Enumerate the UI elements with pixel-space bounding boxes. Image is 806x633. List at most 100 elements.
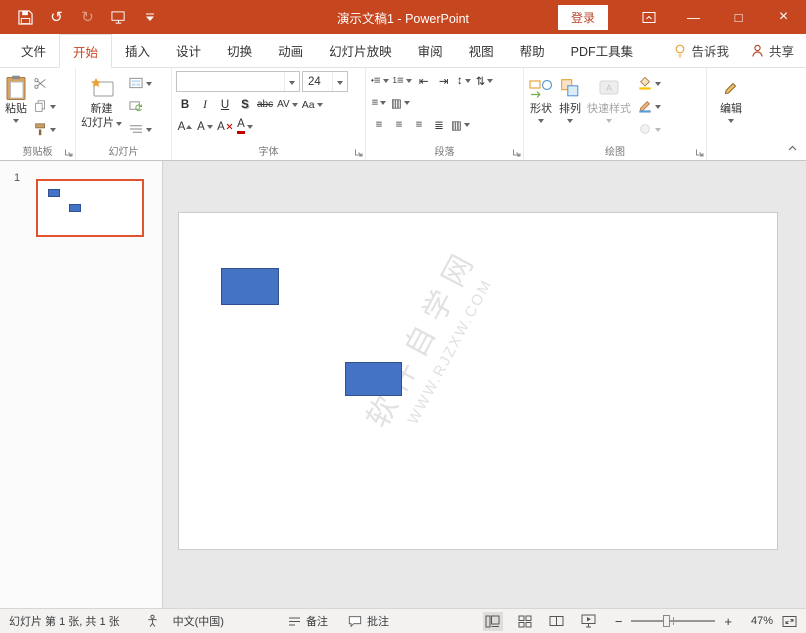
quick-styles-icon: A [598, 79, 620, 97]
dropdown-arrow-icon [380, 101, 386, 105]
font-name-combobox[interactable] [176, 71, 300, 92]
columns-icon: ▥ [451, 118, 462, 132]
slide-sorter-view-button[interactable] [515, 612, 535, 631]
bold-button[interactable]: B [176, 95, 194, 114]
copy-button[interactable] [31, 96, 59, 116]
tab-transitions[interactable]: 切换 [214, 34, 265, 67]
normal-view-button[interactable] [483, 612, 503, 631]
drawing-dialog-launcher[interactable] [695, 148, 704, 157]
shape-outline-button[interactable] [635, 96, 664, 116]
shape-effects-button[interactable] [635, 119, 664, 139]
section-button[interactable] [126, 119, 155, 139]
text-direction-button[interactable]: ⇅ [475, 71, 495, 90]
watermark-text: 软件自学网 [323, 212, 517, 492]
thumbnail-rectangle-2 [69, 204, 81, 212]
tab-design[interactable]: 设计 [163, 34, 214, 67]
language-status[interactable]: 中文(中国) [173, 613, 224, 629]
numbering-button[interactable]: 1 ≡ [392, 71, 413, 90]
rectangle-shape-2[interactable] [345, 362, 402, 396]
slide-show-button[interactable] [579, 612, 599, 631]
zoom-slider-center-tick [673, 617, 674, 625]
shapes-button[interactable]: 形状 [526, 71, 556, 142]
character-spacing-button[interactable]: AV [276, 95, 299, 114]
paragraph-dialog-launcher[interactable] [512, 148, 521, 157]
strikethrough-button[interactable]: abc [256, 95, 274, 114]
decrease-indent-button[interactable]: ⇤ [415, 71, 433, 90]
align-left-button[interactable]: ≡ [370, 115, 388, 134]
increase-indent-button[interactable]: ⇥ [435, 71, 453, 90]
zoom-in-button[interactable]: + [724, 614, 732, 629]
underline-button[interactable]: U [216, 95, 234, 114]
italic-button[interactable]: I [196, 95, 214, 114]
new-slide-button[interactable]: 新建 幻灯片 [78, 71, 125, 142]
slide-thumbnail[interactable] [36, 179, 144, 237]
customize-quick-access-button[interactable] [134, 0, 165, 34]
notes-button[interactable]: 备注 [288, 613, 328, 629]
shrink-font-button[interactable]: A [196, 117, 214, 136]
clipboard-dialog-launcher[interactable] [64, 148, 73, 157]
bullets-button[interactable]: • ≡ [370, 71, 390, 90]
undo-button[interactable]: ↺ [41, 0, 72, 34]
arrange-button[interactable]: 排列 [556, 71, 584, 142]
cut-button[interactable] [31, 73, 59, 93]
zoom-out-button[interactable]: − [615, 614, 623, 629]
accessibility-status-button[interactable] [146, 614, 159, 628]
lightbulb-icon [674, 44, 686, 58]
comments-button[interactable]: 批注 [348, 613, 389, 629]
redo-button[interactable]: ↻ [72, 0, 103, 34]
convert-to-smartart-button[interactable]: ▥ [390, 93, 411, 112]
ribbon-display-options-button[interactable] [626, 0, 671, 34]
line-spacing-button[interactable]: ↕ [455, 71, 473, 90]
zoom-slider[interactable] [631, 620, 715, 622]
columns-button[interactable]: ▥ [450, 115, 471, 134]
ribbon: 粘贴 [0, 68, 806, 161]
shape-fill-button[interactable] [635, 73, 664, 93]
align-text-button[interactable]: ≡ [370, 93, 388, 112]
grow-font-button[interactable]: A [176, 117, 194, 136]
text-shadow-button[interactable]: S [236, 95, 254, 114]
reset-button[interactable] [126, 96, 155, 116]
sign-in-button[interactable]: 登录 [558, 5, 608, 30]
paste-button[interactable]: 粘贴 [2, 71, 30, 142]
collapse-ribbon-button[interactable] [787, 144, 798, 152]
align-center-button[interactable]: ≡ [390, 115, 408, 134]
paste-clipboard-icon [5, 75, 27, 101]
slide-canvas[interactable]: 软件自学网 WWW.RJZXW.COM [178, 212, 778, 550]
watermark-url: WWW.RJZXW.COM [365, 212, 535, 501]
change-case-button[interactable]: Aa [301, 95, 324, 114]
save-button[interactable] [10, 0, 41, 34]
customize-quick-access-icon [145, 13, 155, 22]
tab-insert[interactable]: 插入 [112, 34, 163, 67]
share-button[interactable]: 共享 [751, 41, 794, 60]
justify-button[interactable]: ≣ [430, 115, 448, 134]
clear-formatting-button[interactable]: A [216, 117, 234, 136]
touch-mouse-mode-button[interactable] [103, 0, 134, 34]
close-button[interactable]: × [761, 0, 806, 34]
quick-styles-button[interactable]: A 快速样式 [584, 71, 634, 142]
font-size-combobox[interactable]: 24 [302, 71, 348, 92]
dropdown-arrow-icon [655, 128, 661, 132]
font-dialog-launcher[interactable] [354, 148, 363, 157]
format-painter-button[interactable] [31, 119, 59, 139]
align-right-button[interactable]: ≡ [410, 115, 428, 134]
tab-help[interactable]: 帮助 [507, 34, 558, 67]
reading-view-button[interactable] [547, 612, 567, 631]
minimize-button[interactable]: — [671, 0, 716, 34]
edit-pencil-icon [723, 80, 739, 96]
tab-file[interactable]: 文件 [8, 34, 59, 67]
tab-pdf-tools[interactable]: PDF工具集 [558, 34, 647, 67]
font-color-button[interactable]: A [236, 117, 254, 136]
tell-me-button[interactable]: 告诉我 [674, 41, 729, 60]
tab-home[interactable]: 开始 [59, 34, 112, 68]
maximize-button[interactable]: □ [716, 0, 761, 34]
fit-slide-to-window-button[interactable] [782, 615, 797, 628]
tab-view[interactable]: 视图 [456, 34, 507, 67]
tab-review[interactable]: 审阅 [405, 34, 456, 67]
zoom-percentage[interactable]: 47% [741, 615, 773, 627]
tab-slide-show[interactable]: 幻灯片放映 [316, 34, 405, 67]
zoom-slider-thumb[interactable] [663, 615, 670, 627]
tab-animations[interactable]: 动画 [265, 34, 316, 67]
editing-button[interactable]: 编辑 [717, 71, 745, 142]
layout-button[interactable] [126, 73, 155, 93]
rectangle-shape-1[interactable] [221, 268, 279, 305]
